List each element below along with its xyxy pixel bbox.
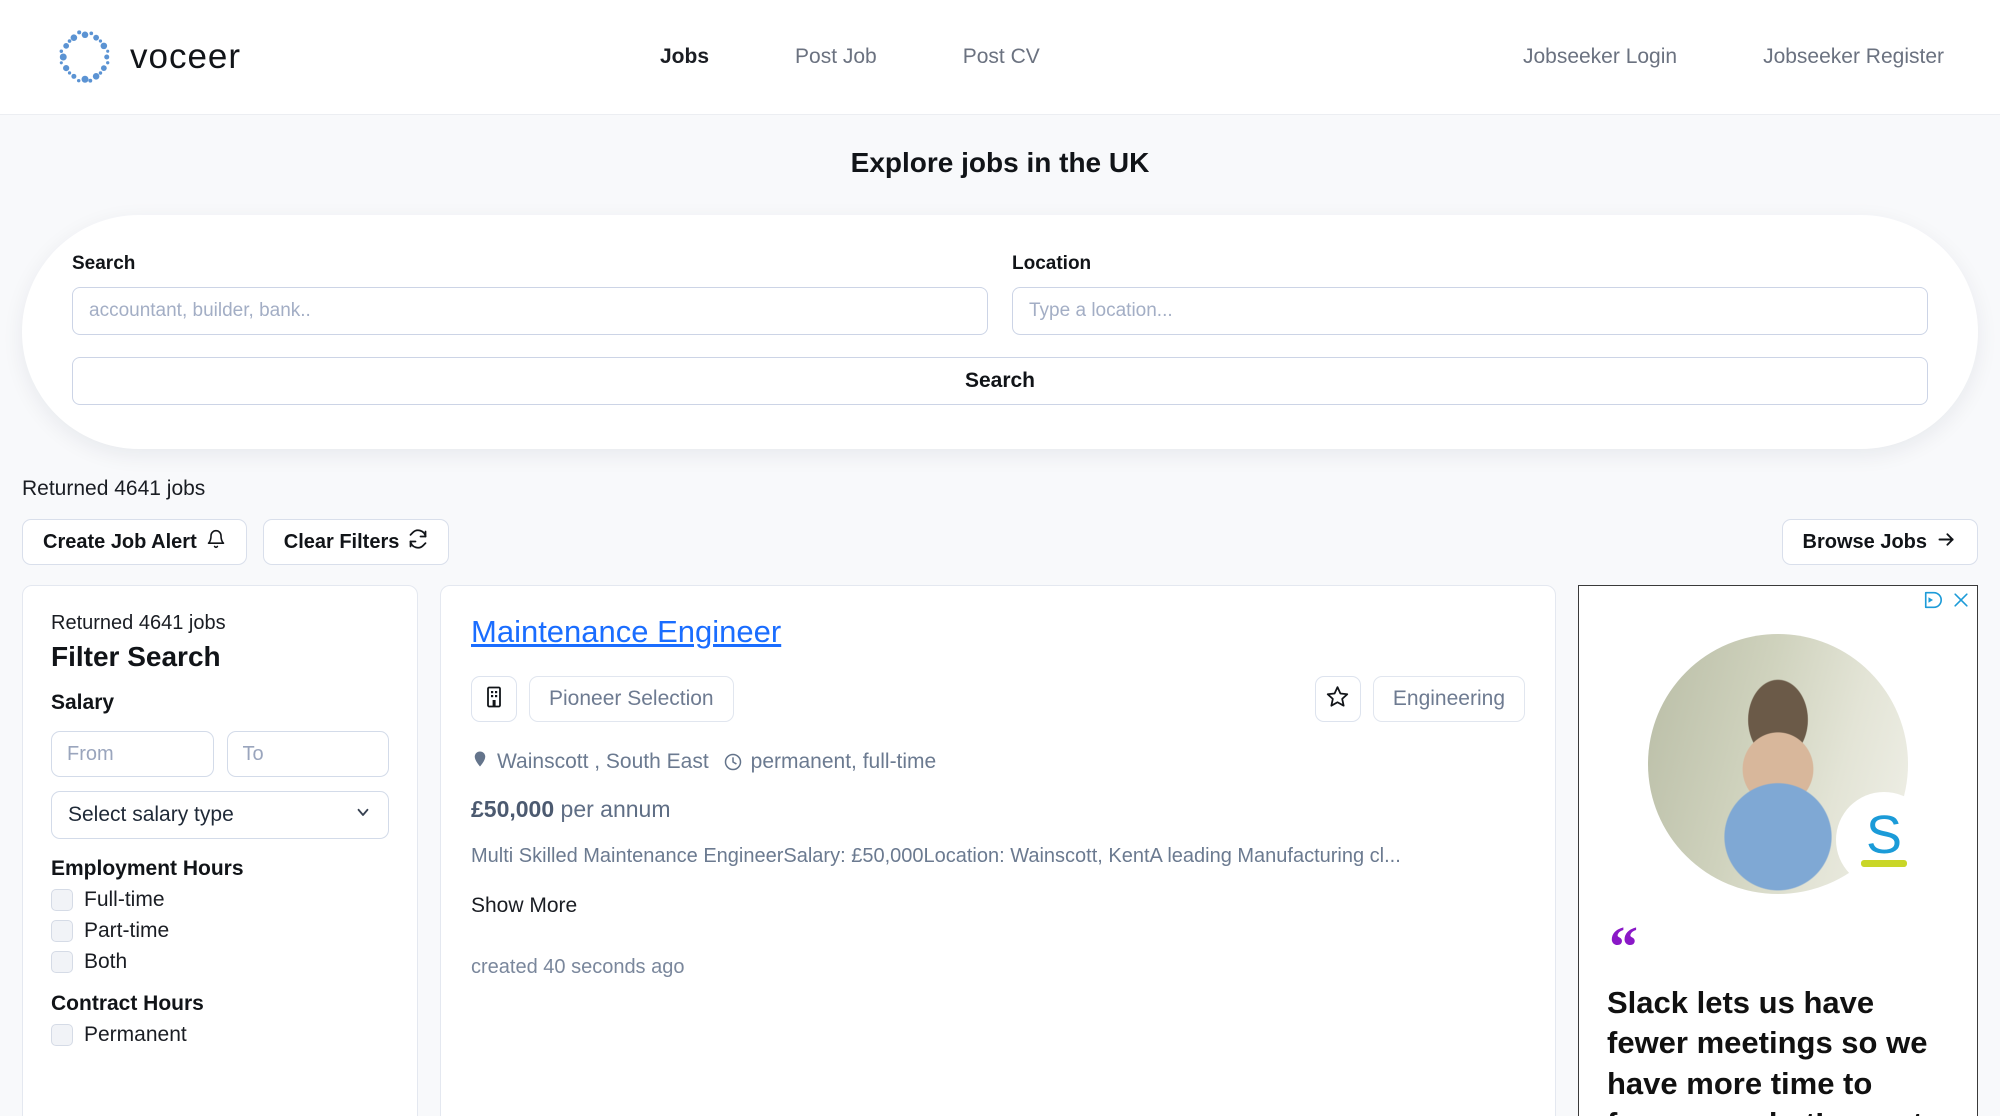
results-actions-row: Create Job Alert Clear Filters Browse Jo… — [22, 519, 1978, 565]
ad-brand-underline — [1861, 860, 1907, 868]
browse-jobs-button[interactable]: Browse Jobs — [1781, 519, 1978, 565]
search-label: Search — [72, 253, 136, 274]
search-submit-button[interactable]: Search — [72, 357, 1928, 405]
location-label: Location — [1012, 253, 1092, 274]
salary-to-input[interactable] — [226, 731, 389, 777]
ad-quote-text: Slack lets us have fewer meetings so we … — [1607, 985, 1928, 1116]
ad-quote-mark: “ — [1609, 914, 1638, 979]
search-input[interactable] — [72, 287, 988, 335]
filter-search-heading: Filter Search — [51, 641, 221, 672]
salary-type-selected-value: Select salary type — [68, 803, 234, 826]
company-name-chip[interactable]: Pioneer Selection — [529, 676, 734, 722]
job-salary-line: £50,000 per annum — [471, 796, 1525, 823]
full-time-checkbox[interactable] — [51, 889, 73, 911]
ad-controls — [1922, 590, 1971, 615]
job-created-timestamp: created 40 seconds ago — [471, 956, 685, 978]
sidebar-results-count: Returned 4641 jobs — [51, 612, 226, 634]
job-salary-period: per annum — [560, 796, 671, 822]
account-nav: Jobseeker Login Jobseeker Register — [1523, 45, 1944, 69]
job-results-column: Maintenance Engineer Pioneer Selection E… — [440, 585, 1556, 1116]
voceer-dots-logo-icon — [56, 28, 114, 86]
permanent-checkbox[interactable] — [51, 1024, 73, 1046]
job-salary-amount: £50,000 — [471, 796, 555, 822]
job-title-link[interactable]: Maintenance Engineer — [471, 614, 781, 650]
job-category-chip[interactable]: Engineering — [1372, 676, 1525, 722]
clear-filters-button[interactable]: Clear Filters — [262, 519, 450, 565]
bell-icon — [206, 529, 226, 555]
job-contract-text: permanent, full-time — [750, 750, 937, 773]
nav-item-post-job[interactable]: Post Job — [795, 45, 877, 69]
create-job-alert-button[interactable]: Create Job Alert — [22, 519, 247, 565]
part-time-checkbox[interactable] — [51, 920, 73, 942]
results-count: Returned 4641 jobs — [22, 477, 206, 500]
location-input[interactable] — [1012, 287, 1928, 335]
job-meta-row: Wainscott , South East permanent, full-t… — [471, 748, 1525, 776]
job-card-chip-row: Pioneer Selection Engineering — [471, 676, 1525, 722]
ad-photo-wrapper: S — [1648, 634, 1932, 894]
both-checkbox[interactable] — [51, 951, 73, 973]
show-more-link[interactable]: Show More — [471, 894, 577, 918]
employment-hours-heading: Employment Hours — [51, 857, 244, 880]
nav-item-jobseeker-register[interactable]: Jobseeker Register — [1763, 45, 1944, 69]
refresh-icon — [408, 529, 428, 555]
page-title: Explore jobs in the UK — [850, 147, 1150, 178]
salary-heading: Salary — [51, 691, 115, 714]
filter-option-part-time[interactable]: Part-time — [51, 919, 389, 943]
salary-type-select[interactable]: Select salary type — [51, 791, 389, 839]
clock-icon — [723, 752, 743, 772]
salary-range-row — [51, 731, 389, 777]
advertisement-panel[interactable]: S “ Slack lets us have fewer meetings so… — [1578, 585, 1978, 1116]
hero-section: Explore jobs in the UK Search Location S… — [0, 115, 2000, 449]
brand-logo-link[interactable]: voceer — [56, 28, 241, 86]
map-pin-icon — [471, 748, 489, 776]
permanent-label: Permanent — [84, 1023, 187, 1046]
search-field-group: Search — [72, 253, 988, 335]
nav-item-jobseeker-login[interactable]: Jobseeker Login — [1523, 45, 1677, 69]
filter-option-permanent[interactable]: Permanent — [51, 1023, 389, 1047]
filter-option-both[interactable]: Both — [51, 950, 389, 974]
ad-brand-initial: S — [1865, 804, 1903, 865]
filter-sidebar: Returned 4641 jobs Filter Search Salary … — [22, 585, 418, 1116]
create-job-alert-label: Create Job Alert — [43, 530, 197, 553]
both-label: Both — [84, 950, 128, 973]
adchoices-icon[interactable] — [1922, 590, 1944, 615]
ad-brand-badge: S — [1836, 792, 1932, 888]
close-ad-icon[interactable] — [1951, 590, 1971, 615]
company-logo-button[interactable] — [471, 676, 517, 722]
job-card: Maintenance Engineer Pioneer Selection E… — [440, 585, 1556, 1116]
arrow-right-icon — [1936, 529, 1957, 556]
browse-jobs-label: Browse Jobs — [1802, 530, 1927, 553]
clear-filters-label: Clear Filters — [283, 530, 400, 553]
search-fields-row: Search Location — [72, 253, 1928, 335]
star-icon — [1325, 684, 1350, 714]
location-field-group: Location — [1012, 253, 1928, 335]
main-content-grid: Returned 4641 jobs Filter Search Salary … — [22, 585, 1978, 1116]
salary-from-input[interactable] — [51, 731, 214, 777]
search-card: Search Location Search — [22, 215, 1978, 449]
chevron-down-icon — [354, 803, 372, 827]
nav-item-jobs[interactable]: Jobs — [660, 45, 709, 69]
save-job-button[interactable] — [1314, 676, 1361, 722]
part-time-label: Part-time — [84, 919, 170, 942]
nav-item-post-cv[interactable]: Post CV — [963, 45, 1040, 69]
top-navigation-bar: voceer Jobs Post Job Post CV Jobseeker L… — [0, 0, 2000, 115]
filter-option-full-time[interactable]: Full-time — [51, 888, 389, 912]
building-icon — [482, 685, 506, 714]
job-location-text: Wainscott , South East — [497, 750, 709, 773]
contract-hours-heading: Contract Hours — [51, 992, 204, 1015]
brand-name-text: voceer — [130, 37, 242, 76]
full-time-label: Full-time — [84, 888, 165, 911]
job-description-snippet: Multi Skilled Maintenance EngineerSalary… — [471, 845, 1401, 867]
primary-nav: Jobs Post Job Post CV — [660, 45, 1040, 69]
